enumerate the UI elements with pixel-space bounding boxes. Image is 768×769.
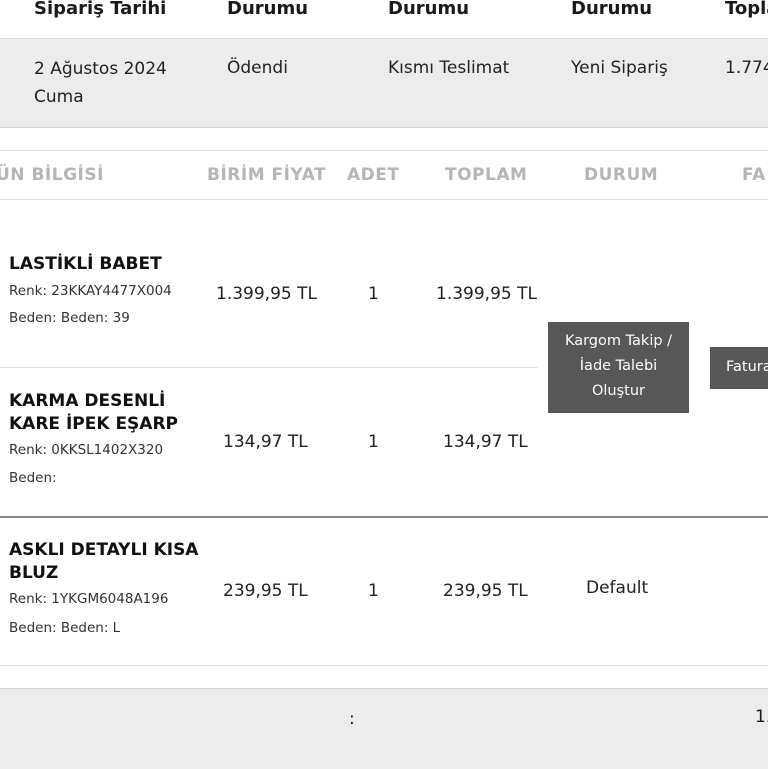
order-status: Yeni Sipariş [571,58,668,78]
product-unit-price: 239,95 TL [223,581,308,601]
product-size: Beden: [9,470,57,486]
delivery-status-header: Durumu [388,0,470,19]
product-info-header: ÜN BİLGİSİ [0,165,104,185]
product-color: Renk: 23KKAY4477X004 [9,283,172,299]
order-date-header: Sipariş Tarihi [34,0,167,19]
product-name[interactable]: KARMA DESENLİ KARE İPEK EŞARP [9,390,209,436]
delivery-status: Kısmı Teslimat [388,58,510,78]
product-color: Renk: 0KKSL1402X320 [9,442,164,458]
payment-status-header: Durumu [227,0,309,19]
product-unit-price: 1.399,95 TL [216,284,317,304]
order-status-header: Durumu [571,0,653,19]
product-name[interactable]: LASTİKLİ BABET [9,253,209,276]
track-return-button[interactable]: Kargom Takip / İade Talebi Oluştur [548,322,689,413]
order-date: 2 Ağustos 2024 Cuma [34,55,167,111]
product-status: Default [586,578,649,598]
footer-separator: : [349,709,355,729]
product-table-header: ÜN BİLGİSİ BİRİM FİYAT ADET TOPLAM DURUM… [0,150,768,200]
status-header: DURUM [584,165,659,185]
product-size: Beden: Beden: 39 [9,310,130,326]
product-quantity: 1 [368,284,379,304]
order-date-line1: 2 Ağustos 2024 [34,59,167,79]
product-name[interactable]: ASKLI DETAYLI KISA BLUZ [9,539,209,585]
invoice-header: FA [742,165,766,185]
invoice-button[interactable]: Fatura [710,347,768,389]
product-quantity: 1 [368,432,379,452]
order-summary-row: 2 Ağustos 2024 Cuma Ödendi Kısmı Teslima… [0,39,768,128]
payment-status: Ödendi [227,58,288,78]
product-size: Beden: Beden: L [9,620,121,636]
row-divider [0,665,768,666]
row-divider [0,367,538,368]
product-quantity: 1 [368,581,379,601]
product-total: 239,95 TL [443,581,528,601]
product-color: Renk: 1YKGM6048A196 [9,591,169,607]
order-total-header: Topla [725,0,768,19]
group-divider [0,516,768,518]
product-total: 1.399,95 TL [436,284,537,304]
quantity-header: ADET [347,165,400,185]
product-unit-price: 134,97 TL [223,432,308,452]
product-total: 134,97 TL [443,432,528,452]
footer-total: 1.2 [755,707,768,727]
order-summary-header: Sipariş Tarihi Durumu Durumu Durumu Topl… [0,0,768,39]
order-total: 1.774, [725,58,768,78]
total-header: TOPLAM [445,165,528,185]
unit-price-header: BİRİM FİYAT [207,165,327,185]
order-date-line2: Cuma [34,87,84,107]
order-footer: : 1.2 [0,688,768,769]
